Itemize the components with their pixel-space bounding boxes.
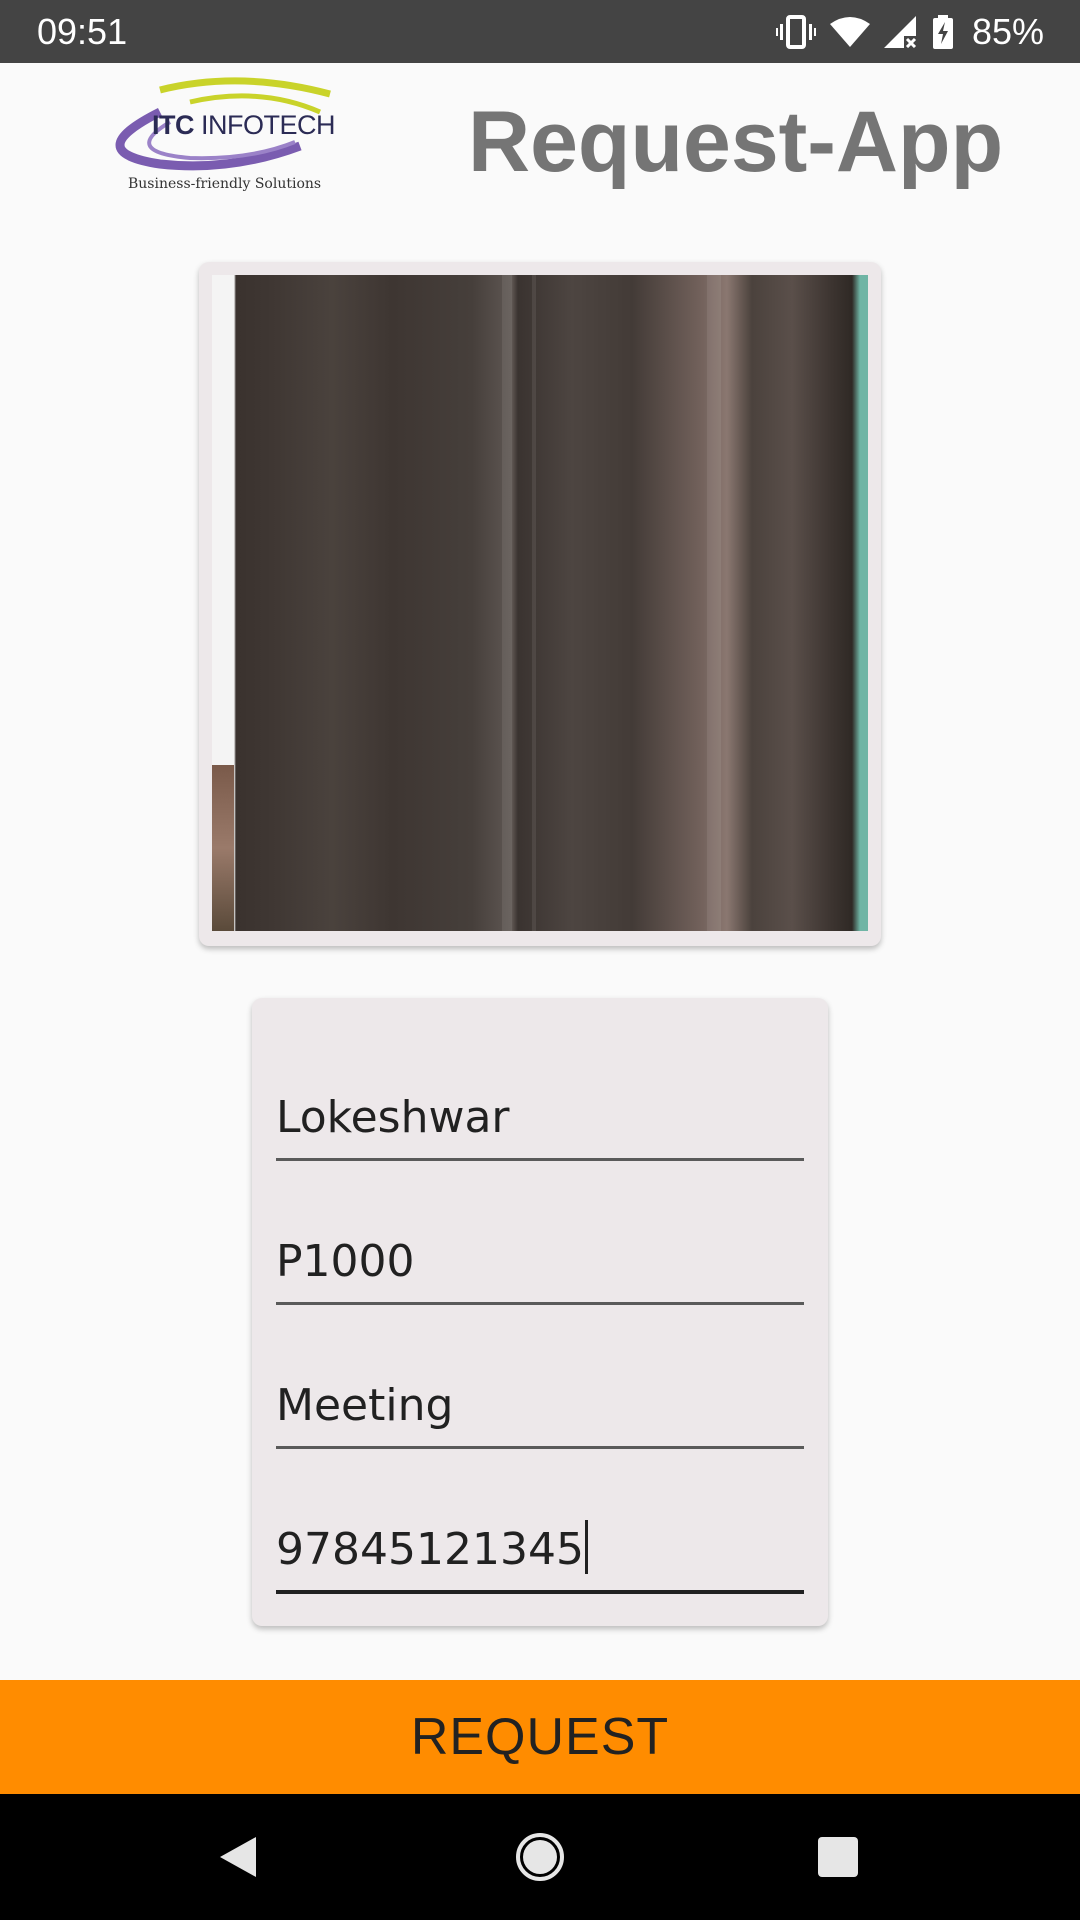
recents-icon[interactable] [798,1824,878,1890]
request-button[interactable]: REQUEST [0,1680,1080,1794]
phone-field-value: 97845121345 [276,1524,584,1575]
request-button-label: REQUEST [410,1708,670,1766]
vibrate-icon [775,15,816,49]
captured-photo[interactable] [212,275,868,931]
photo-card[interactable] [199,262,881,946]
itc-infotech-logo: ITC INFOTECH Business-friendly Solutions [100,72,360,202]
text-cursor [584,1520,588,1574]
photo-streak [502,275,512,931]
photo-streak [532,275,536,931]
status-time: 09:51 [37,11,128,52]
status-icons: 85% [775,10,1044,54]
name-field[interactable]: Lokeshwar [276,1088,804,1161]
status-bar: 09:51 85% [0,0,1080,63]
battery-percent: 85% [971,11,1044,52]
id-field[interactable]: P1000 [276,1232,804,1305]
back-icon[interactable] [198,1824,278,1890]
photo-corner-detail [212,765,234,931]
photo-streak [707,275,721,931]
logo-tagline: Business-friendly Solutions [128,176,322,192]
request-form: Lokeshwar P1000 Meeting 97845121345 [252,998,828,1626]
logo-brand-name: ITC INFOTECH [152,110,336,140]
cellular-no-signal-icon [883,16,918,48]
wifi-icon [829,16,870,48]
purpose-field[interactable]: Meeting [276,1376,804,1449]
navigation-bar [0,1794,1080,1920]
app-title: Request-App [468,94,1004,190]
phone-field[interactable]: 97845121345 [276,1520,804,1594]
battery-charging-icon [932,15,954,49]
home-icon[interactable] [500,1824,580,1890]
